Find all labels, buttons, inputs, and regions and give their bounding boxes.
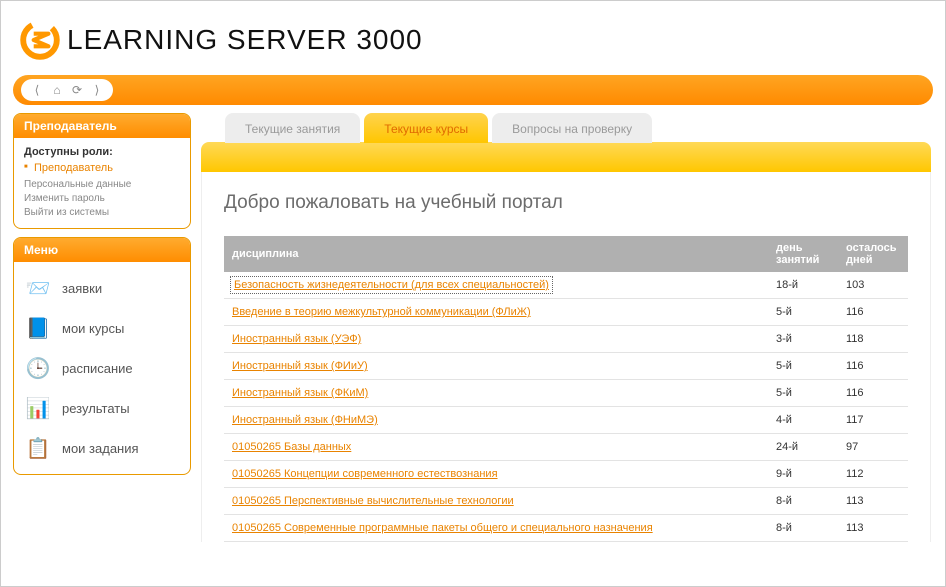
course-link[interactable]: Иностранный язык (ФКиМ) [232, 387, 368, 399]
tabs: Текущие занятияТекущие курсыВопросы на п… [225, 113, 931, 143]
cell-day: 18-й [768, 272, 838, 299]
col-left: осталось дней [838, 236, 908, 272]
logo-icon [19, 19, 61, 61]
sidebar: Преподаватель Доступны роли: Преподавате… [1, 113, 191, 542]
tab-0[interactable]: Текущие занятия [225, 113, 360, 143]
course-link[interactable]: Иностранный язык (ФНиМЭ) [232, 414, 378, 426]
cell-discipline: Иностранный язык (ФИиУ) [224, 353, 768, 380]
menu-label: заявки [62, 281, 102, 296]
logo-bar: Learning Server 3000 [1, 1, 945, 75]
menu-icon: 📋 [22, 434, 54, 462]
personal-data-link[interactable]: Персональные данные [24, 178, 180, 192]
course-link[interactable]: 01050265 Концепции современного естество… [232, 468, 498, 480]
menu-label: расписание [62, 361, 133, 376]
menu-label: результаты [62, 401, 130, 416]
cell-day: 24-й [768, 434, 838, 461]
table-row: Иностранный язык (ФКиМ) 5-й116 [224, 380, 908, 407]
cell-discipline: Иностранный язык (ФКиМ) [224, 380, 768, 407]
menu-label: мои курсы [62, 321, 124, 336]
page-title: Добро пожаловать на учебный портал [224, 192, 908, 214]
logout-link[interactable]: Выйти из системы [24, 206, 180, 220]
table-row: Иностранный язык (ФНиМЭ) 4-й117 [224, 407, 908, 434]
course-link[interactable]: Иностранный язык (УЭФ) [232, 333, 361, 345]
table-row: 01050265 Базы данных 24-й97 [224, 434, 908, 461]
cell-left: 117 [838, 407, 908, 434]
cell-day: 4-й [768, 407, 838, 434]
cell-discipline: Иностранный язык (УЭФ) [224, 326, 768, 353]
cell-left: 113 [838, 488, 908, 515]
cell-left: 118 [838, 326, 908, 353]
cell-discipline: Иностранный язык (ФНиМЭ) [224, 407, 768, 434]
menu-label: мои задания [62, 441, 139, 456]
toolbar: ⟨ ⌂ ⟳ ⟩ [13, 75, 933, 105]
cell-day: 5-й [768, 353, 838, 380]
roles-label: Доступны роли: [24, 146, 180, 158]
menu-item-мои задания[interactable]: 📋 мои задания [18, 428, 186, 468]
cell-day: 8-й [768, 515, 838, 542]
menu-icon: 🕒 [22, 354, 54, 382]
course-link[interactable]: 01050265 Современные программные пакеты … [232, 522, 653, 534]
back-icon[interactable]: ⟨ [29, 82, 45, 98]
role-panel: Преподаватель Доступны роли: Преподавате… [13, 113, 191, 229]
cell-discipline: Безопасность жизнедеятельности (для всех… [224, 272, 768, 299]
table-row: 01050265 Современные программные пакеты … [224, 515, 908, 542]
tab-1[interactable]: Текущие курсы [364, 113, 488, 143]
menu-item-мои курсы[interactable]: 📘 мои курсы [18, 308, 186, 348]
cell-left: 116 [838, 299, 908, 326]
table-row: Безопасность жизнедеятельности (для всех… [224, 272, 908, 299]
cell-day: 9-й [768, 461, 838, 488]
table-row: 01050265 Перспективные вычислительные те… [224, 488, 908, 515]
role-item[interactable]: Преподаватель [24, 162, 180, 174]
main-area: Текущие занятияТекущие курсыВопросы на п… [191, 113, 945, 542]
cell-left: 103 [838, 272, 908, 299]
cell-left: 116 [838, 380, 908, 407]
tab-2[interactable]: Вопросы на проверку [492, 113, 652, 143]
cell-discipline: 01050265 Базы данных [224, 434, 768, 461]
change-password-link[interactable]: Изменить пароль [24, 192, 180, 206]
course-link[interactable]: 01050265 Базы данных [232, 441, 351, 453]
menu-icon: 📘 [22, 314, 54, 342]
cell-left: 112 [838, 461, 908, 488]
table-row: 01050265 Концепции современного естество… [224, 461, 908, 488]
menu-item-заявки[interactable]: 📨 заявки [18, 268, 186, 308]
menu-panel: Меню 📨 заявки 📘 мои курсы 🕒 расписание 📊 резуль… [13, 237, 191, 475]
menu-item-результаты[interactable]: 📊 результаты [18, 388, 186, 428]
table-row: Введение в теорию межкультурной коммуник… [224, 299, 908, 326]
refresh-icon[interactable]: ⟳ [69, 82, 85, 98]
home-icon[interactable]: ⌂ [49, 82, 65, 98]
table-row: Иностранный язык (УЭФ) 3-й118 [224, 326, 908, 353]
cell-day: 8-й [768, 488, 838, 515]
cell-discipline: 01050265 Перспективные вычислительные те… [224, 488, 768, 515]
course-link[interactable]: Введение в теорию межкультурной коммуник… [232, 306, 531, 318]
col-discipline: дисциплина [224, 236, 768, 272]
cell-day: 5-й [768, 299, 838, 326]
content: Добро пожаловать на учебный портал дисци… [201, 172, 931, 542]
cell-left: 113 [838, 515, 908, 542]
cell-discipline: Введение в теорию межкультурной коммуник… [224, 299, 768, 326]
cell-day: 3-й [768, 326, 838, 353]
menu-icon: 📨 [22, 274, 54, 302]
role-panel-header: Преподаватель [14, 114, 190, 138]
cell-left: 116 [838, 353, 908, 380]
cell-discipline: 01050265 Концепции современного естество… [224, 461, 768, 488]
menu-icon: 📊 [22, 394, 54, 422]
course-link[interactable]: Безопасность жизнедеятельности (для всех… [232, 278, 551, 292]
table-row: Иностранный язык (ФИиУ) 5-й116 [224, 353, 908, 380]
forward-icon[interactable]: ⟩ [89, 82, 105, 98]
menu-panel-header: Меню [14, 238, 190, 262]
course-link[interactable]: 01050265 Перспективные вычислительные те… [232, 495, 514, 507]
logo-text: Learning Server 3000 [67, 24, 423, 56]
cell-discipline: 01050265 Современные программные пакеты … [224, 515, 768, 542]
course-link[interactable]: Иностранный язык (ФИиУ) [232, 360, 368, 372]
tab-underbar [201, 142, 931, 172]
cell-day: 5-й [768, 380, 838, 407]
cell-left: 97 [838, 434, 908, 461]
courses-table: дисциплина день занятий осталось дней Бе… [224, 236, 908, 542]
nav-pill: ⟨ ⌂ ⟳ ⟩ [21, 79, 113, 101]
menu-item-расписание[interactable]: 🕒 расписание [18, 348, 186, 388]
col-day: день занятий [768, 236, 838, 272]
